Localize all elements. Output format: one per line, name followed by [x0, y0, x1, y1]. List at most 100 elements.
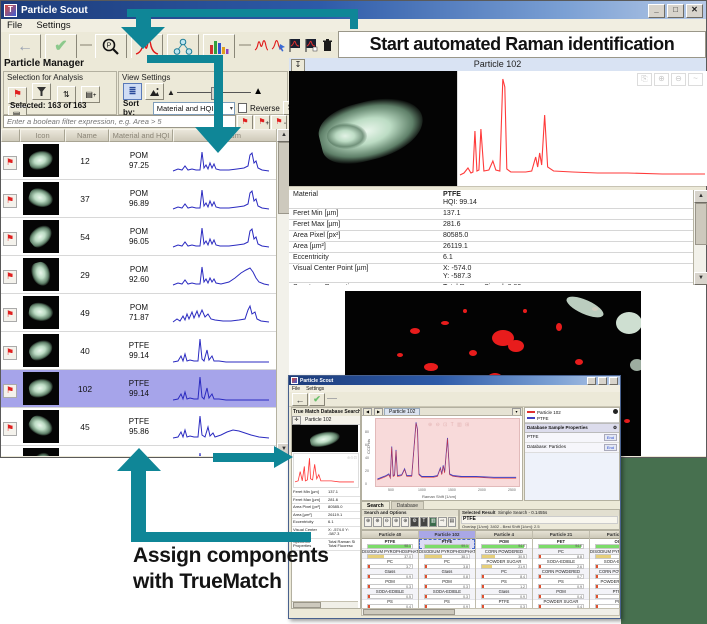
- result-row[interactable]: CORN POWDERED 0.7: [533, 569, 589, 580]
- particle-row-29[interactable]: ⚑ 29 POM 92.60: [1, 256, 277, 294]
- result-column-header[interactable]: Particle 15: [590, 531, 619, 539]
- db-action-button[interactable]: End: [603, 434, 617, 441]
- result-row[interactable]: POM 94.9: [476, 539, 532, 550]
- export-icon[interactable]: ⇨: [438, 517, 447, 527]
- particle-thumbnail[interactable]: [292, 425, 358, 452]
- result-row[interactable]: PS 1.2: [476, 579, 532, 590]
- result-row[interactable]: PC 8.8: [533, 549, 589, 560]
- flag-cell[interactable]: ⚑: [1, 380, 19, 398]
- flag-spectrum-add-button[interactable]: [303, 35, 319, 55]
- result-row[interactable]: POM 0.4: [533, 589, 589, 600]
- list-view-button[interactable]: ≣: [123, 83, 142, 100]
- minimize-button[interactable]: _: [648, 4, 665, 18]
- menu-file[interactable]: File: [292, 386, 300, 392]
- result-column-header[interactable]: Particle 102: [419, 531, 475, 539]
- result-row[interactable]: POM 0.3: [362, 579, 418, 590]
- back-button[interactable]: ←: [292, 393, 308, 406]
- maximize-button[interactable]: □: [667, 4, 684, 18]
- particle-spectrum-thumbnail[interactable]: ⊕⊖⊡: [293, 453, 359, 488]
- accept-button[interactable]: ✔: [309, 393, 325, 406]
- minimize-button[interactable]: [587, 377, 596, 385]
- zoom-out-icon[interactable]: ⊖: [671, 73, 686, 86]
- particle-row-54[interactable]: ⚑ 54 POM 96.05: [1, 218, 277, 256]
- spectrum-pick-button[interactable]: [270, 35, 286, 55]
- result-row[interactable]: SODA-EDIBLE 0.3: [419, 589, 475, 600]
- particle-row-40[interactable]: ⚑ 40 PTFE 99.14: [1, 332, 277, 370]
- database-icon[interactable]: ▥: [429, 517, 438, 527]
- result-row[interactable]: PC 3.7: [362, 559, 418, 570]
- peak-tool-icon[interactable]: ~: [688, 73, 703, 86]
- flag-cell[interactable]: ⚑: [1, 304, 19, 322]
- menu-file[interactable]: File: [7, 20, 22, 31]
- result-row[interactable]: PET 94.9: [533, 539, 589, 550]
- delete-button[interactable]: [319, 35, 335, 55]
- result-row[interactable]: CORN POWDERED 30.5: [476, 549, 532, 560]
- result-row[interactable]: DISODIUM PYROPHOSPHATE35.0: [590, 549, 619, 560]
- flag-spectrum-button[interactable]: [287, 35, 303, 55]
- result-row[interactable]: PC 3.8: [419, 559, 475, 570]
- result-column-header[interactable]: Particle 40: [362, 531, 418, 539]
- scrollbar-thumb[interactable]: [293, 602, 321, 608]
- scroll-down-icon[interactable]: ▼: [694, 272, 707, 285]
- settings-gear-icon[interactable]: [613, 409, 618, 414]
- image-view-button[interactable]: [145, 83, 164, 100]
- zoom-out-icon[interactable]: ⊖: [382, 517, 391, 527]
- db-sample-row[interactable]: PTFE End: [525, 433, 619, 443]
- zoom-all-icon[interactable]: ⊕: [364, 517, 373, 527]
- column-icon[interactable]: Icon: [20, 129, 65, 142]
- reverse-checkbox[interactable]: [237, 103, 247, 113]
- result-row[interactable]: PC 8.4: [476, 569, 532, 580]
- column-flag[interactable]: [1, 129, 21, 142]
- result-row[interactable]: PTFE 98.1: [362, 539, 418, 550]
- result-row[interactable]: CORN POWDERED4.0: [590, 569, 619, 580]
- settings-gear-icon[interactable]: ⚙: [410, 517, 419, 527]
- result-row[interactable]: SODA-EDIBLE8.0: [590, 559, 619, 570]
- close-button[interactable]: ✕: [686, 4, 703, 18]
- flag-add-button[interactable]: ⚑ +: [254, 115, 270, 130]
- result-row[interactable]: PTFE1.0: [590, 589, 619, 600]
- close-button[interactable]: [609, 377, 618, 385]
- result-row[interactable]: SODA-EDIBLE 0.5: [362, 589, 418, 600]
- column-material[interactable]: Material and HQI: [109, 129, 173, 142]
- scrollbar-thumb[interactable]: [363, 609, 455, 615]
- flag-cell[interactable]: ⚑: [1, 418, 19, 436]
- result-row[interactable]: DISODIUM PYROPHOSPHATE 38.1: [419, 549, 475, 560]
- result-row[interactable]: POWDER SUGAR3.0: [590, 579, 619, 590]
- flag-cell[interactable]: ⚑: [1, 266, 19, 284]
- flag-cell[interactable]: ⚑: [1, 190, 19, 208]
- accept-button[interactable]: ✔: [45, 34, 77, 59]
- result-row[interactable]: Glass 0.8: [419, 569, 475, 580]
- zoom-in-icon[interactable]: ⊕: [654, 73, 669, 86]
- column-name[interactable]: Name: [64, 129, 110, 142]
- result-row[interactable]: DISODIUM PYROPHOSPHATE 37.0: [362, 549, 418, 560]
- flag-cell[interactable]: ⚑: [1, 228, 19, 246]
- zoom-y-icon[interactable]: ⊕: [401, 517, 410, 527]
- back-button[interactable]: ←: [9, 34, 41, 59]
- result-row[interactable]: Glass 0.9: [362, 569, 418, 580]
- export-plot-icon[interactable]: ⎘: [637, 73, 652, 86]
- properties-scrollbar[interactable]: ▲ ▼: [693, 190, 707, 285]
- particle-row-102[interactable]: ⚑ 102 PTFE 99.14: [1, 370, 277, 408]
- comparison-spectrum-plot[interactable]: CCD cts 0 20 40 60 80 ⊕ ⊖ ⊡ T ▥ ⊞ 500 1000 150…: [361, 415, 523, 501]
- particle-spectrum-plot[interactable]: ⎘ ⊕ ⊖ ~: [457, 71, 707, 186]
- truematch-t-icon[interactable]: T: [419, 517, 429, 527]
- plot-area[interactable]: ⊕ ⊖ ⊡ T ▥ ⊞: [375, 418, 520, 487]
- menu-settings[interactable]: Settings: [306, 386, 324, 392]
- scrollbar-thumb[interactable]: [695, 203, 707, 245]
- result-row[interactable]: POM 0.3: [419, 579, 475, 590]
- zoom-x-icon[interactable]: ⊕: [391, 517, 401, 527]
- gear-icon[interactable]: ⚙: [613, 425, 617, 431]
- particle-row-49[interactable]: ⚑ 49 POM 71.87: [1, 294, 277, 332]
- flag-cell[interactable]: ⚑: [1, 342, 19, 360]
- truematch-titlebar[interactable]: Particle Scout: [289, 376, 620, 385]
- result-row[interactable]: OIL97.0: [590, 539, 619, 550]
- scroll-up-icon[interactable]: ▲: [694, 190, 707, 203]
- flag-cell[interactable]: ⚑: [1, 456, 19, 457]
- result-row[interactable]: PS 0.9: [533, 579, 589, 590]
- particle-image[interactable]: [289, 71, 457, 186]
- move-icon[interactable]: ✛: [292, 415, 301, 425]
- left-panel-scrollbar[interactable]: [292, 601, 358, 608]
- results-scrollbar[interactable]: [361, 608, 620, 616]
- maximize-button[interactable]: [598, 377, 607, 385]
- result-row[interactable]: Glass 0.9: [476, 589, 532, 600]
